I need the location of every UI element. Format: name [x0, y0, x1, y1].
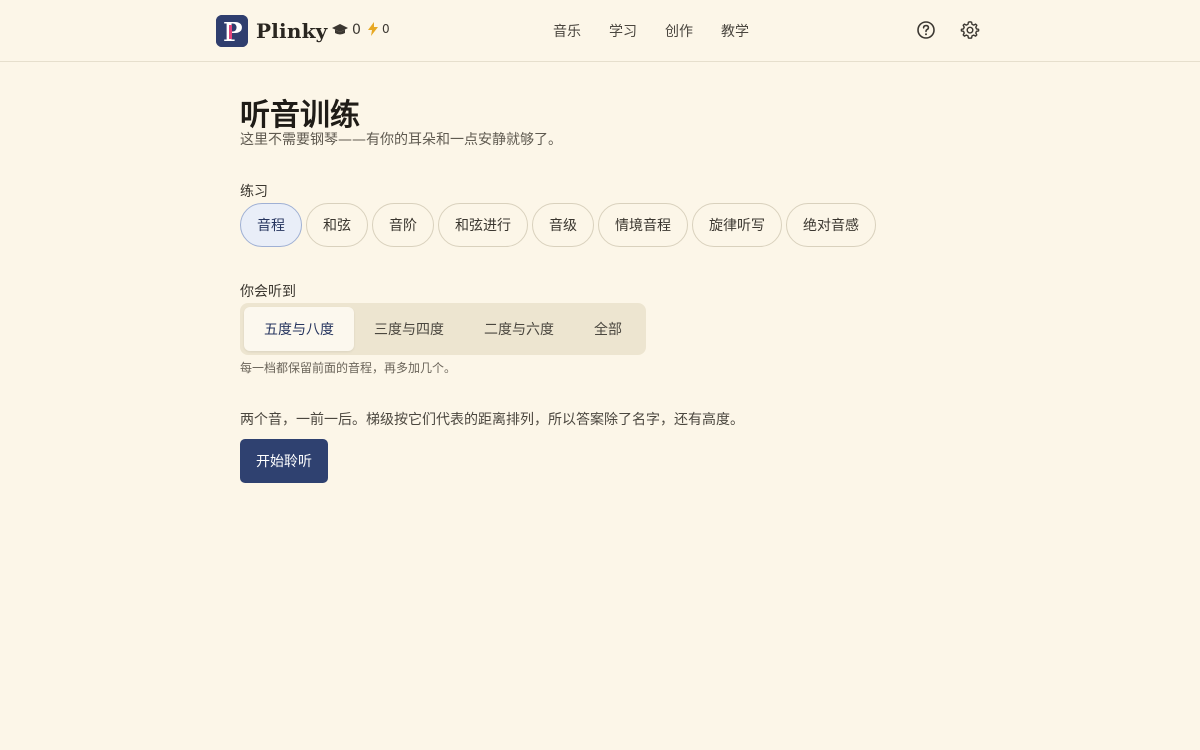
- plinky-logo[interactable]: P: [216, 15, 248, 47]
- chip-chord-progressions[interactable]: 和弦进行: [438, 203, 528, 247]
- level-seconds-sixths[interactable]: 二度与六度: [464, 307, 574, 351]
- brand-name[interactable]: Plinky: [256, 19, 327, 43]
- bolt-count: 0: [382, 22, 390, 36]
- chip-scales[interactable]: 音阶: [372, 203, 434, 247]
- practice-chip-group: 音程 和弦 音阶 和弦进行 音级 情境音程 旋律听写 绝对音感: [240, 203, 880, 247]
- gear-icon: [960, 21, 980, 39]
- chip-intervals[interactable]: 音程: [240, 203, 302, 247]
- chip-chords[interactable]: 和弦: [306, 203, 368, 247]
- interval-level-selector: 五度与八度 三度与四度 二度与六度 全部: [240, 303, 646, 355]
- top-bar: P Plinky 0 0 音乐 学习 创作 教学: [0, 0, 1200, 62]
- graduation-stat: 0: [332, 22, 361, 38]
- page-title: 听音训练: [240, 98, 360, 133]
- page-subtitle: 这里不需要钢琴——有你的耳朵和一点安静就够了。: [240, 132, 562, 148]
- graduation-count: 0: [352, 22, 361, 38]
- start-listening-button[interactable]: 开始聆听: [240, 439, 328, 483]
- chip-melodic-dictation[interactable]: 旋律听写: [692, 203, 782, 247]
- nav-item-teach[interactable]: 教学: [721, 21, 749, 41]
- lightning-bolt-icon: [368, 22, 378, 36]
- nav-item-music[interactable]: 音乐: [553, 21, 581, 41]
- main-nav: 音乐 学习 创作 教学: [553, 21, 777, 41]
- graduation-cap-icon: [332, 24, 348, 35]
- practice-label: 练习: [240, 184, 268, 200]
- level-thirds-fourths[interactable]: 三度与四度: [354, 307, 464, 351]
- level-fifths-octaves[interactable]: 五度与八度: [244, 307, 354, 351]
- nav-item-create[interactable]: 创作: [665, 21, 693, 41]
- svg-text:P: P: [223, 18, 243, 47]
- chip-perfect-pitch[interactable]: 绝对音感: [786, 203, 876, 247]
- chip-intervals-in-context[interactable]: 情境音程: [598, 203, 688, 247]
- help-button[interactable]: [916, 20, 936, 40]
- chip-scale-degrees[interactable]: 音级: [532, 203, 594, 247]
- bolt-stat: 0: [368, 22, 390, 36]
- level-hint: 每一档都保留前面的音程，再多加几个。: [240, 361, 457, 375]
- level-all[interactable]: 全部: [574, 307, 642, 351]
- logo-p-icon: P: [216, 15, 248, 47]
- question-circle-icon: [917, 21, 935, 39]
- nav-item-learn[interactable]: 学习: [609, 21, 637, 41]
- settings-button[interactable]: [960, 20, 980, 40]
- hear-label: 你会听到: [240, 284, 296, 300]
- exercise-description: 两个音，一前一后。梯级按它们代表的距离排列，所以答案除了名字，还有高度。: [240, 412, 744, 428]
